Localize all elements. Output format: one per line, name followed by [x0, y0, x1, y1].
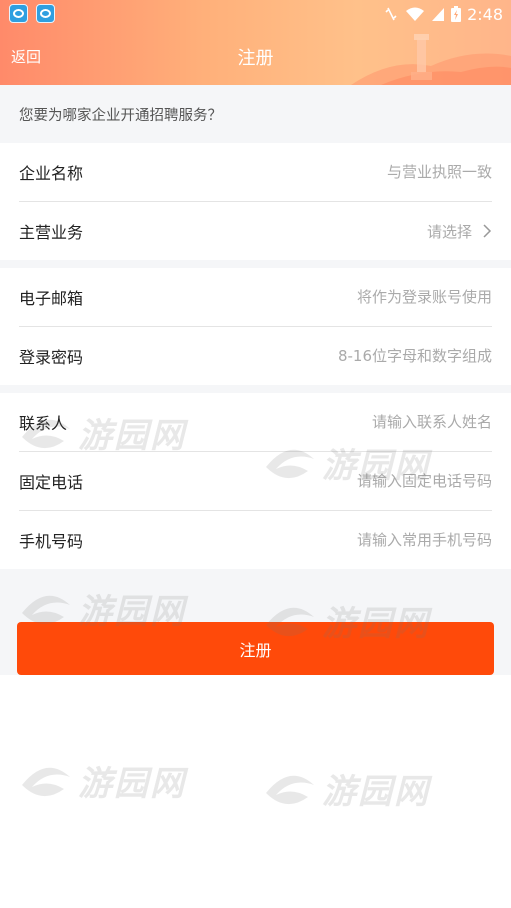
company-info-group: 企业名称 主营业务 请选择 — [0, 143, 511, 260]
email-input[interactable] — [252, 288, 492, 306]
contact-person-row[interactable]: 联系人 — [19, 393, 492, 451]
main-business-select[interactable]: 请选择 — [427, 221, 492, 242]
watermark-logo-icon — [22, 767, 70, 796]
mobile-label: 手机号码 — [19, 532, 84, 551]
vibrate-icon — [385, 7, 397, 21]
watermark: 游园网 — [18, 756, 186, 805]
battery-charging-icon — [451, 6, 462, 22]
signal-icon — [432, 8, 445, 21]
landline-input[interactable] — [252, 472, 492, 490]
password-row[interactable]: 登录密码 — [19, 326, 492, 385]
email-row[interactable]: 电子邮箱 — [19, 268, 492, 326]
contact-person-input[interactable] — [252, 413, 492, 431]
app-notification-icon — [9, 4, 28, 23]
email-label: 电子邮箱 — [19, 289, 84, 308]
watermark-text: 游园网 — [322, 772, 430, 812]
company-name-input[interactable] — [252, 163, 492, 181]
account-info-group: 电子邮箱 登录密码 — [0, 268, 511, 385]
wifi-icon — [406, 7, 425, 21]
status-time: 2:48 — [467, 4, 503, 24]
question-label: 您要为哪家企业开通招聘服务？ — [19, 107, 222, 124]
watermark-logo-icon — [266, 775, 314, 804]
main-business-label: 主营业务 — [19, 223, 84, 242]
contact-info-group: 联系人 固定电话 手机号码 — [0, 393, 511, 569]
password-label: 登录密码 — [19, 348, 84, 367]
mobile-row[interactable]: 手机号码 — [19, 510, 492, 569]
main-business-row[interactable]: 主营业务 请选择 — [19, 201, 492, 260]
status-bar: 2:48 — [0, 0, 511, 28]
status-icons: 2:48 — [383, 4, 503, 24]
main-business-value: 请选择 — [426, 222, 472, 241]
watermark-text: 游园网 — [78, 764, 186, 804]
register-button[interactable]: 注册 — [17, 622, 494, 675]
app-notification-icon — [36, 4, 55, 23]
page-title: 注册 — [237, 48, 274, 69]
header: 2:48 返回 注册 — [0, 0, 511, 85]
company-name-row[interactable]: 企业名称 — [19, 143, 492, 201]
landline-row[interactable]: 固定电话 — [19, 451, 492, 510]
chevron-right-icon — [483, 224, 492, 238]
contact-person-label: 联系人 — [19, 414, 68, 433]
password-input[interactable] — [252, 347, 492, 365]
question-text: 您要为哪家企业开通招聘服务？ — [0, 85, 511, 143]
mobile-input[interactable] — [252, 531, 492, 549]
watermark: 游园网 — [262, 764, 430, 813]
company-name-label: 企业名称 — [19, 164, 84, 183]
section-divider — [0, 260, 511, 268]
section-divider — [0, 385, 511, 393]
landline-label: 固定电话 — [19, 473, 84, 492]
